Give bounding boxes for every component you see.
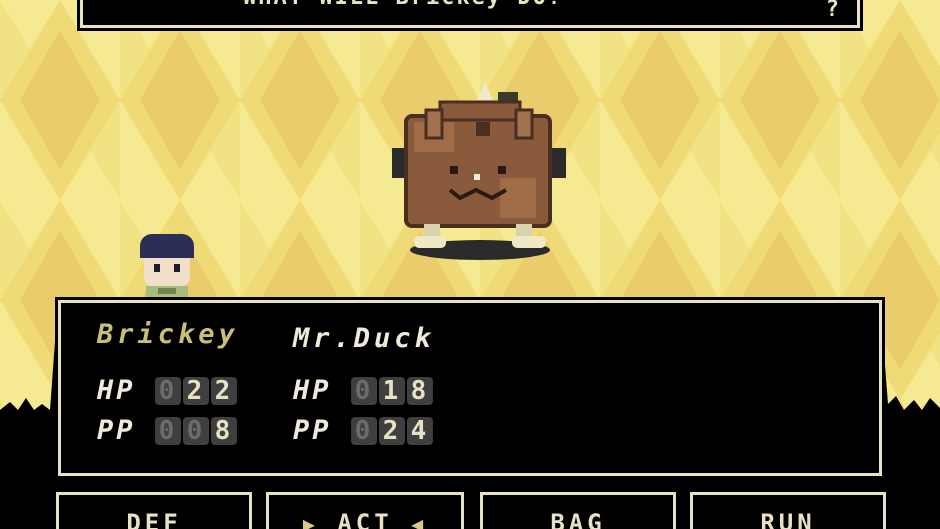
battle-message-box: WHAT WILL Brickey DO? ? xyxy=(80,0,860,28)
hp-digit: 2 xyxy=(183,376,209,405)
command-label: RUN xyxy=(760,509,816,529)
pp-label: PP xyxy=(293,415,332,446)
bag-command-button[interactable]: BAG xyxy=(480,492,676,529)
battle-screen: WHAT WILL Brickey DO? ? Bri xyxy=(0,0,940,529)
party-member-name: Brickey xyxy=(97,319,239,350)
selector-left-icon: ◀ xyxy=(411,512,428,529)
battle-message-text: WHAT WILL Brickey DO? xyxy=(243,0,563,10)
hp-digit: 8 xyxy=(407,376,433,405)
hp-stat: HP 0 1 8 xyxy=(293,375,435,406)
more-prompt-icon: ? xyxy=(825,0,839,22)
pp-digit: 4 xyxy=(407,416,433,445)
run-command-button[interactable]: RUN xyxy=(690,492,886,529)
pp-stat: PP 0 0 8 xyxy=(97,415,239,446)
hp-digit: 0 xyxy=(155,376,181,405)
pp-digit: 0 xyxy=(351,416,377,445)
party-status-box: Brickey Mr.Duck HP 0 2 2 PP 0 0 8 HP 0 1… xyxy=(58,300,882,476)
command-label: ACT xyxy=(337,509,393,529)
pp-digit: 0 xyxy=(183,416,209,445)
pp-digit: 8 xyxy=(211,416,237,445)
hp-digit: 1 xyxy=(379,376,405,405)
hp-stat: HP 0 2 2 xyxy=(97,375,239,406)
boy-player-sprite xyxy=(140,234,194,302)
hp-digit: 2 xyxy=(211,376,237,405)
def-command-button[interactable]: DEF xyxy=(56,492,252,529)
command-label: BAG xyxy=(550,509,606,529)
pp-label: PP xyxy=(97,415,136,446)
hp-label: HP xyxy=(293,375,332,406)
brick-enemy-sprite xyxy=(392,82,566,260)
hp-label: HP xyxy=(97,375,136,406)
pp-digit: 0 xyxy=(155,416,181,445)
party-member-name: Mr.Duck xyxy=(293,323,435,354)
pp-stat: PP 0 2 4 xyxy=(293,415,435,446)
selector-right-icon: ▶ xyxy=(302,512,319,529)
act-command-button[interactable]: ▶ ACT ◀ xyxy=(266,492,464,529)
command-label: DEF xyxy=(126,509,182,529)
pp-digit: 2 xyxy=(379,416,405,445)
hp-digit: 0 xyxy=(351,376,377,405)
